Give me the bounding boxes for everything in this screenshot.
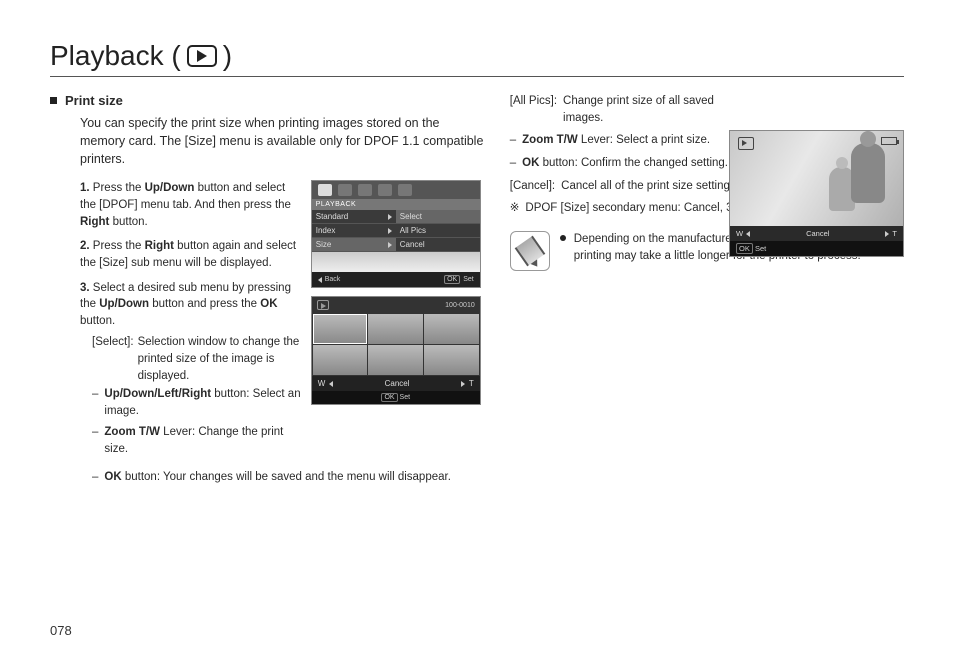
lcd-preview-figure: W Cancel T OK Set <box>729 130 904 257</box>
title-suffix: ) <box>223 40 232 72</box>
step-2: 2. Press the Right button again and sele… <box>80 238 301 271</box>
tab-icon <box>338 184 352 196</box>
battery-icon <box>881 137 897 145</box>
reference-mark-icon: ※ <box>510 200 520 217</box>
thumbnail <box>424 314 479 344</box>
step-number: 1. <box>80 182 90 194</box>
chevron-right-icon <box>388 214 392 220</box>
ok-subitem: – OK button: Your changes will be saved … <box>92 469 486 486</box>
step-3: 3. Select a desired sub menu by pressing… <box>80 280 301 459</box>
chevron-left-icon <box>746 231 750 237</box>
lcd-menu-figure: PLAYBACK Standard Index Size Select All … <box>311 180 481 288</box>
tab-icon <box>358 184 372 196</box>
page-number: 078 <box>50 623 72 638</box>
udlr-subitem: – Up/Down/Left/Right button: Select an i… <box>92 386 301 421</box>
chevron-left-icon <box>318 277 322 283</box>
zoom-subitem: – Zoom T/W Lever: Change the print size. <box>92 424 301 459</box>
play-icon <box>317 300 329 310</box>
thumbnail <box>313 314 368 344</box>
allpics-item: [All Pics]: Change print size of all sav… <box>510 93 740 126</box>
select-subitem: [Select]: Selection window to change the… <box>92 334 301 386</box>
cancel-label: Cancel <box>806 229 829 238</box>
chevron-right-icon <box>885 231 889 237</box>
chevron-right-icon <box>461 381 465 387</box>
ok-item: – OK button: Confirm the changed setting… <box>510 155 740 172</box>
lcd-thumbnail-figure: 100-0010 W Cancel T <box>311 296 481 405</box>
tab-icon <box>398 184 412 196</box>
page-title: Playback ( ) <box>50 40 904 77</box>
cancel-label: Cancel <box>385 379 410 388</box>
step-number: 2. <box>80 240 90 252</box>
section-heading: Print size <box>50 93 486 108</box>
section-title-text: Print size <box>65 93 123 108</box>
thumbnail <box>424 345 479 375</box>
section-intro: You can specify the print size when prin… <box>80 114 486 168</box>
cancel-item: [Cancel]: Cancel all of the print size s… <box>510 178 740 195</box>
title-prefix: Playback ( <box>50 40 181 72</box>
thumbnail <box>368 345 423 375</box>
bullet-icon <box>560 235 566 241</box>
step-number: 3. <box>80 282 90 294</box>
step-1: 1. Press the Up/Down button and select t… <box>80 180 301 230</box>
square-bullet-icon <box>50 97 57 104</box>
tab-icon <box>378 184 392 196</box>
thumbnail <box>368 314 423 344</box>
image-counter: 100-0010 <box>445 302 475 309</box>
play-icon <box>187 45 217 67</box>
chevron-right-icon <box>388 228 392 234</box>
tab-icon <box>318 184 332 196</box>
thumbnail <box>313 345 368 375</box>
pencil-note-icon <box>510 231 550 271</box>
chevron-left-icon <box>329 381 333 387</box>
chevron-right-icon <box>388 242 392 248</box>
zoom-item: – Zoom T/W Lever: Select a print size. <box>510 132 740 149</box>
lcd-header: PLAYBACK <box>312 199 396 210</box>
